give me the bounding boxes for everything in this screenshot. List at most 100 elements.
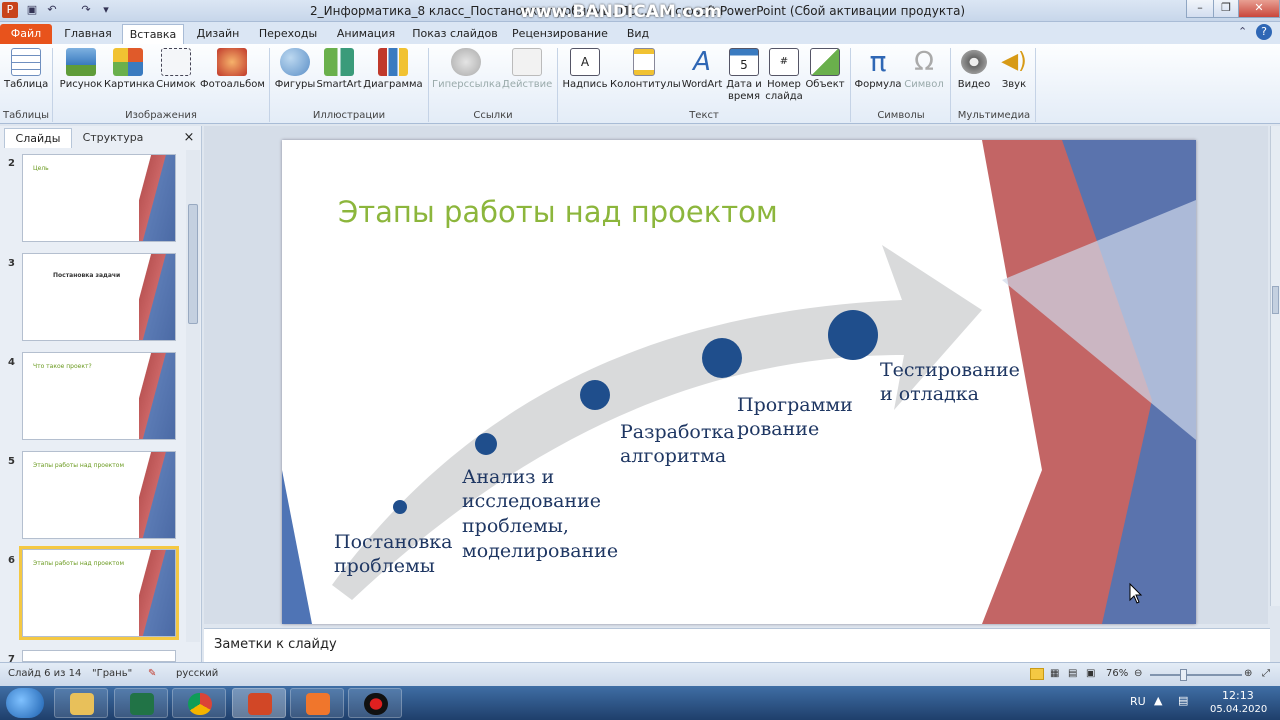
group-text: Текст [689, 110, 719, 121]
zoom-in-icon[interactable]: ⊕ [1244, 668, 1252, 679]
pi-icon: π [869, 45, 887, 78]
help-icon[interactable]: ? [1256, 24, 1272, 40]
tab-transitions[interactable]: Переходы [252, 24, 324, 44]
tab-view[interactable]: Вид [618, 24, 658, 44]
slide-thumbnail-3[interactable]: Постановка задачи [22, 253, 176, 341]
tab-animations[interactable]: Анимация [330, 24, 402, 44]
tab-outline[interactable]: Структура [76, 128, 150, 148]
normal-view-icon[interactable] [1030, 668, 1044, 680]
editor-scrollbar-thumb[interactable] [1272, 286, 1279, 314]
shapes-button[interactable]: Фигуры [274, 48, 316, 91]
undo-icon[interactable]: ↶ [44, 2, 60, 18]
maximize-button[interactable]: ❐ [1213, 0, 1239, 18]
table-button[interactable]: Таблица [4, 48, 48, 91]
thumbnails-scrollbar[interactable] [186, 150, 200, 642]
editor-scrollbar[interactable] [1270, 126, 1280, 606]
clock-time[interactable]: 12:13 [1222, 689, 1254, 702]
slide-sorter-icon[interactable]: ▦ [1050, 668, 1059, 679]
hyperlink-button[interactable]: Гиперссылка [432, 48, 501, 91]
clipart-button[interactable]: Картинка [104, 48, 155, 91]
slide-thumbnail-2[interactable]: Цель [22, 154, 176, 242]
zoom-slider[interactable] [1150, 674, 1242, 676]
taskbar-powerpoint[interactable] [232, 688, 286, 718]
slide-number-button[interactable]: # Номер слайда [764, 48, 804, 103]
header-footer-button[interactable]: Колонтитулы [610, 48, 681, 91]
equation-button[interactable]: π Формула [854, 48, 902, 91]
slide-thumbnail-4[interactable]: Что такое проект? [22, 352, 176, 440]
photo-album-button[interactable]: Фотоальбом [200, 48, 265, 91]
slide-canvas[interactable]: Этапы работы над проектом Постановка про… [282, 140, 1196, 624]
tab-home[interactable]: Главная [58, 24, 118, 44]
video-button[interactable]: Видео [954, 48, 994, 91]
clock-date[interactable]: 05.04.2020 [1210, 704, 1267, 715]
spellcheck-icon[interactable]: ✎ [148, 668, 156, 679]
save-icon[interactable]: ▣ [24, 2, 40, 18]
close-button[interactable]: ✕ [1238, 0, 1280, 18]
tray-expand-icon[interactable]: ▲ [1154, 694, 1162, 707]
tab-slides[interactable]: Слайды [4, 128, 72, 148]
screenshot-button[interactable]: Снимок [154, 48, 198, 91]
slide-number-icon: # [769, 48, 799, 76]
thumb-number: 3 [8, 258, 15, 269]
screenshot-icon [161, 48, 191, 76]
scrollbar-thumb[interactable] [188, 204, 198, 324]
stage-4-label[interactable]: Программи рование [737, 394, 859, 440]
stage-2-label[interactable]: Анализ и исследование проблемы, моделиро… [462, 466, 618, 562]
picture-button[interactable]: Рисунок [58, 48, 104, 91]
zoom-out-icon[interactable]: ⊖ [1134, 668, 1142, 679]
tab-file[interactable]: Файл [0, 24, 52, 44]
fit-to-window-icon[interactable]: ⤢ [1262, 668, 1270, 679]
thumb-number: 5 [8, 456, 15, 467]
network-icon[interactable]: ▤ [1178, 694, 1188, 707]
symbol-button[interactable]: Ω Символ [902, 48, 946, 91]
title-bar: P ▣ ↶ ↷ ▾ 2_Информатика_8 класс_Постанов… [0, 0, 1280, 22]
redo-icon[interactable]: ↷ [78, 2, 94, 18]
object-button[interactable]: Объект [804, 48, 846, 91]
panel-tabs: Слайды Структура × [0, 128, 202, 148]
slideshow-icon[interactable]: ▣ [1086, 668, 1095, 679]
zoom-level[interactable]: 76% [1106, 668, 1128, 679]
slide-title[interactable]: Этапы работы над проектом [338, 195, 778, 229]
chrome-icon [188, 693, 212, 715]
slide-thumbnail-5[interactable]: Этапы работы над проектом [22, 451, 176, 539]
date-time-button[interactable]: 5 Дата и время [726, 48, 762, 103]
close-panel-icon[interactable]: × [182, 128, 196, 148]
stage-dot-5 [828, 310, 878, 360]
stage-3-label[interactable]: Разработка алгоритма [620, 421, 741, 467]
smartart-icon [324, 48, 354, 76]
reading-view-icon[interactable]: ▤ [1068, 668, 1077, 679]
stage-dot-3 [580, 380, 610, 410]
tab-design[interactable]: Дизайн [190, 24, 246, 44]
tab-slideshow[interactable]: Показ слайдов [408, 24, 502, 44]
input-language[interactable]: RU [1130, 695, 1146, 708]
wordart-button[interactable]: A WordArt [679, 48, 725, 91]
theme-name[interactable]: "Грань" [92, 668, 132, 679]
taskbar-explorer[interactable] [54, 688, 108, 718]
slide-thumbnail-6[interactable]: Этапы работы над проектом [19, 546, 179, 640]
pdf-app-icon [306, 693, 330, 715]
tab-review[interactable]: Рецензирование [508, 24, 612, 44]
taskbar-bandicam[interactable] [348, 688, 402, 718]
slide-content: Этапы работы над проектом Постановка про… [282, 140, 1196, 624]
powerpoint-icon[interactable]: P [2, 2, 18, 18]
minimize-ribbon-icon[interactable]: ⌃ [1238, 25, 1247, 38]
zoom-slider-handle[interactable] [1180, 669, 1187, 681]
start-button[interactable] [6, 688, 44, 718]
audio-button[interactable]: ◀) Звук [996, 48, 1032, 91]
speaker-icon: ◀) [1001, 49, 1027, 74]
ribbon-tabs: Файл Главная Вставка Дизайн Переходы Ани… [0, 22, 1280, 44]
customize-quick-access-icon[interactable]: ▾ [98, 2, 114, 18]
notes-pane[interactable]: Заметки к слайду [204, 628, 1270, 662]
action-button[interactable]: Действие [502, 48, 552, 91]
taskbar-excel[interactable] [114, 688, 168, 718]
taskbar-pdf[interactable] [290, 688, 344, 718]
tab-insert[interactable]: Вставка [122, 24, 184, 44]
textbox-button[interactable]: A Надпись [562, 48, 608, 91]
group-media: Мультимедиа [957, 110, 1031, 121]
taskbar-chrome[interactable] [172, 688, 226, 718]
slide-thumbnail-7[interactable] [22, 650, 176, 662]
minimize-button[interactable]: – [1186, 0, 1214, 18]
language-indicator[interactable]: русский [176, 668, 218, 679]
smartart-button[interactable]: SmartArt [316, 48, 362, 91]
chart-button[interactable]: Диаграмма [362, 48, 424, 91]
